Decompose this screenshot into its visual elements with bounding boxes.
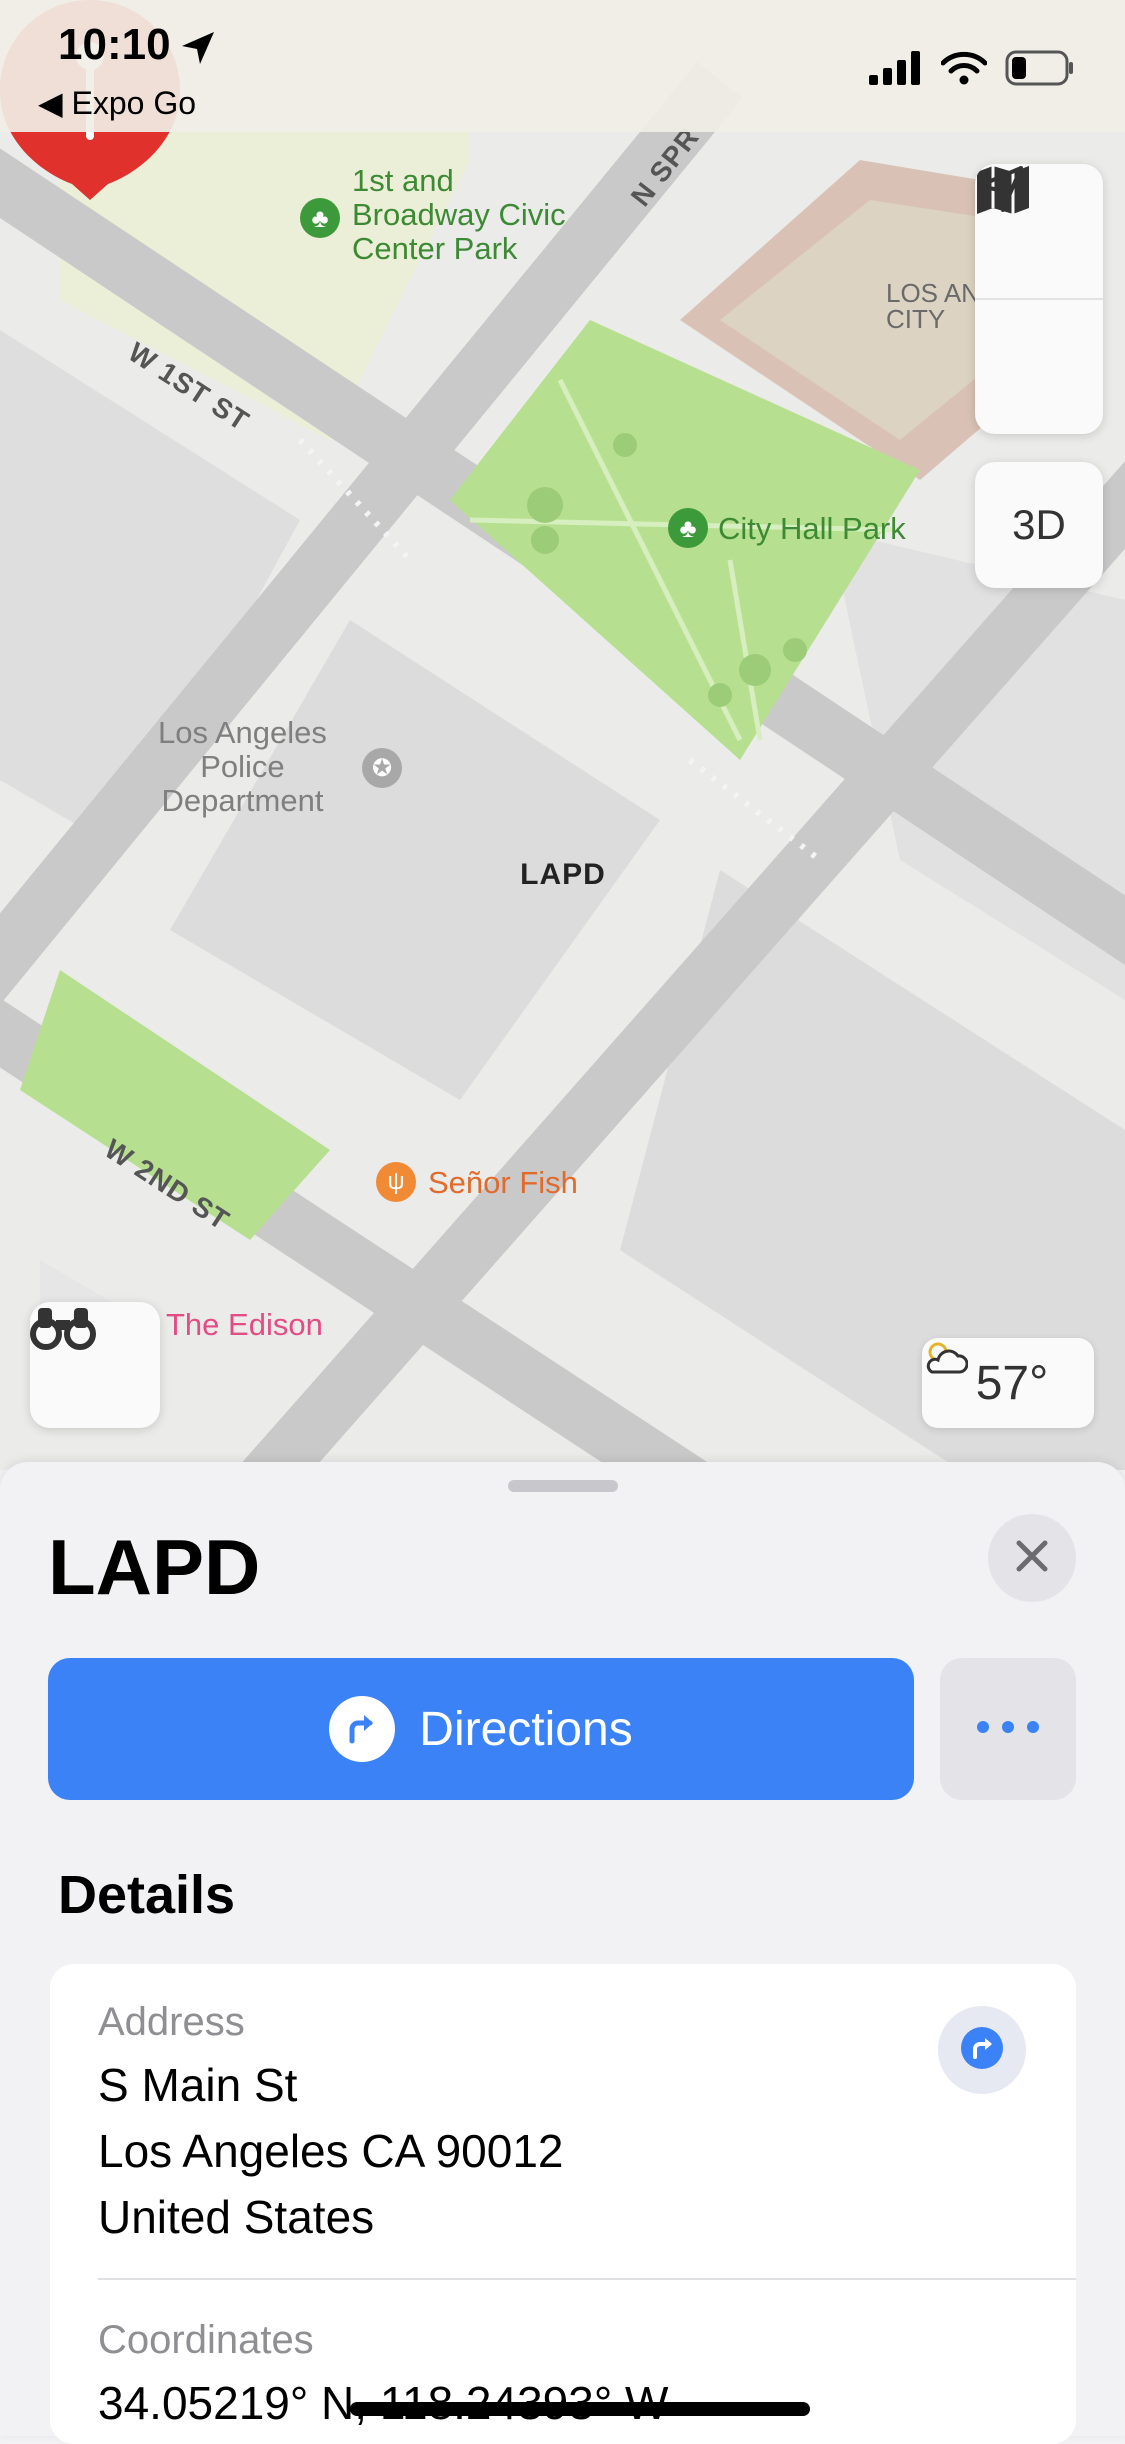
map-view[interactable]: ♣ 1st and Broadway Civic Center Park ♣ C… xyxy=(0,0,1125,1470)
three-d-button[interactable]: 3D xyxy=(975,462,1103,588)
ellipsis-icon xyxy=(976,1720,1040,1739)
address-line-1[interactable]: S Main St xyxy=(98,2052,297,2118)
park-name: City Hall Park xyxy=(718,511,906,546)
locate-me-button[interactable] xyxy=(975,166,1103,434)
signal-icon xyxy=(869,51,923,90)
status-icons xyxy=(869,50,1075,91)
more-options-button[interactable] xyxy=(940,1658,1076,1800)
poi-name: Señor Fish xyxy=(428,1165,578,1200)
park-label-1st-broadway[interactable]: ♣ 1st and Broadway Civic Center Park xyxy=(300,163,566,266)
coordinates-label: Coordinates xyxy=(98,2318,314,2362)
address-label: Address xyxy=(98,2000,245,2044)
poi-label-senor-fish[interactable]: ψ Señor Fish xyxy=(376,1162,578,1202)
directions-icon xyxy=(959,2025,1005,2076)
poi-label-the-edison[interactable]: The Edison xyxy=(166,1308,323,1342)
directions-button[interactable]: Directions xyxy=(48,1658,914,1800)
status-bar: 10:10 ◀ Expo Go xyxy=(0,0,1125,132)
address-directions-button[interactable] xyxy=(938,2006,1026,2094)
poi-label-la-city: LOS AN CITY xyxy=(886,278,980,334)
close-button[interactable] xyxy=(988,1514,1076,1602)
poi-label-lapd-building[interactable]: Los Angeles Police Department xyxy=(158,716,327,818)
details-card: Address S Main St Los Angeles CA 90012 U… xyxy=(50,1964,1076,2444)
pin-label: LAPD xyxy=(520,858,606,891)
address-line-3[interactable]: United States xyxy=(98,2184,374,2250)
sheet-grabber[interactable] xyxy=(508,1480,618,1492)
location-services-icon xyxy=(180,30,216,71)
back-to-app-link[interactable]: ◀ Expo Go xyxy=(38,84,196,122)
wifi-icon xyxy=(940,51,988,90)
tree-icon: ♣ xyxy=(668,508,708,548)
restaurant-icon: ψ xyxy=(376,1162,416,1202)
look-around-button[interactable] xyxy=(30,1302,160,1428)
temperature: 57° xyxy=(975,1356,1049,1410)
park-label-city-hall[interactable]: ♣ City Hall Park xyxy=(668,508,906,548)
park-name: 1st and Broadway Civic Center Park xyxy=(352,163,566,266)
directions-label: Directions xyxy=(419,1702,633,1756)
redaction-mark xyxy=(350,2402,810,2416)
weather-badge: 57° xyxy=(922,1338,1094,1428)
place-sheet: LAPD Directions Details Address S Main S… xyxy=(0,1462,1125,2444)
divider xyxy=(98,2278,1076,2280)
address-line-2[interactable]: Los Angeles CA 90012 xyxy=(98,2118,563,2184)
tree-icon: ♣ xyxy=(300,198,340,238)
details-heading: Details xyxy=(58,1865,236,1925)
clock: 10:10 xyxy=(58,20,171,69)
directions-icon xyxy=(329,1696,396,1762)
battery-icon xyxy=(1005,50,1075,91)
map-controls xyxy=(975,164,1103,434)
close-icon xyxy=(1015,1539,1049,1578)
police-icon: ✪ xyxy=(362,748,402,788)
place-title: LAPD xyxy=(48,1523,261,1611)
